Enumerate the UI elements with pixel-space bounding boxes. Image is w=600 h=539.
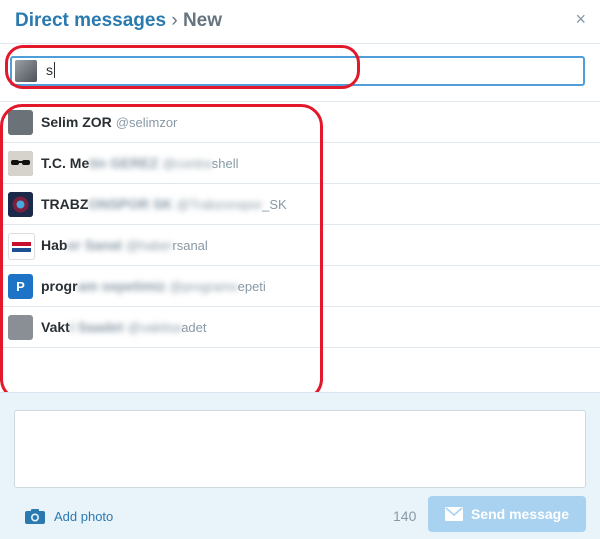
envelope-icon xyxy=(444,507,463,521)
message-composer: Add photo 140 Send message xyxy=(0,392,600,539)
message-textarea[interactable] xyxy=(14,410,586,488)
page-title: New xyxy=(182,10,223,31)
highlight-annotation-results xyxy=(0,104,323,401)
character-counter: 140 xyxy=(393,508,417,524)
send-message-label: Send message xyxy=(470,506,570,522)
camera-icon xyxy=(25,508,45,524)
highlight-annotation-search xyxy=(5,45,360,89)
direct-messages-link[interactable]: Direct messages xyxy=(15,10,166,31)
add-photo-button[interactable]: Add photo xyxy=(25,507,113,525)
add-photo-label: Add photo xyxy=(54,508,114,524)
send-message-button[interactable]: Send message xyxy=(428,496,586,532)
dialog-title: Direct messages › New xyxy=(15,10,222,32)
dialog-header: Direct messages › New × xyxy=(0,0,600,44)
close-icon[interactable]: × xyxy=(575,9,586,29)
breadcrumb-separator: › xyxy=(171,10,178,31)
